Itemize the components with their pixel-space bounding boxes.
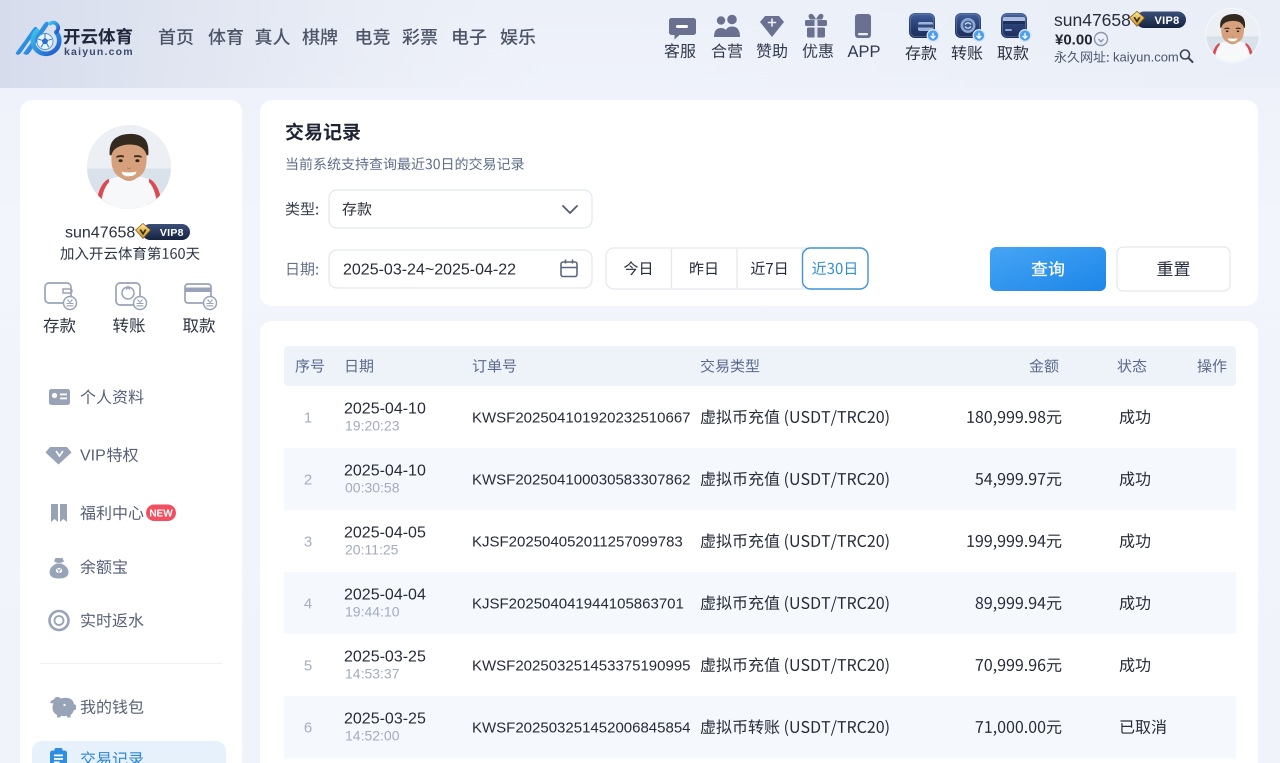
svg-text:NEW: NEW (149, 509, 173, 520)
svg-text:2025-03-25: 2025-03-25 (344, 649, 426, 666)
svg-text:2: 2 (304, 471, 312, 488)
svg-text:20:11:25: 20:11:25 (345, 542, 399, 558)
svg-text:kaiyun.com: kaiyun.com (64, 46, 134, 58)
svg-text:14:53:37: 14:53:37 (345, 666, 400, 682)
svg-text:kaiyun.com: kaiyun.com (1113, 50, 1179, 65)
svg-text:KWSF202504101920232510667: KWSF202504101920232510667 (472, 409, 691, 426)
svg-text:2025-04-10: 2025-04-10 (344, 463, 426, 480)
svg-text:5: 5 (304, 657, 312, 674)
svg-text:1: 1 (304, 409, 312, 426)
svg-text:2025-04-04: 2025-04-04 (344, 587, 426, 604)
svg-text:KWSF202503251453375190995: KWSF202503251453375190995 (472, 657, 691, 674)
svg-text:2025-04-05: 2025-04-05 (344, 525, 426, 542)
svg-text:00:30:58: 00:30:58 (345, 480, 400, 496)
svg-text:19:44:10: 19:44:10 (345, 604, 400, 620)
svg-text:6: 6 (304, 719, 312, 736)
svg-text:VIP: VIP (80, 448, 106, 465)
svg-text:¥0.00: ¥0.00 (1055, 31, 1093, 48)
svg-text:4: 4 (304, 595, 312, 612)
svg-text:2025-03-25: 2025-03-25 (344, 711, 426, 728)
svg-text:2025-04-10: 2025-04-10 (344, 401, 426, 418)
svg-text:sun47658: sun47658 (65, 225, 135, 242)
svg-text:sun47658: sun47658 (1054, 10, 1131, 30)
svg-text:19:20:23: 19:20:23 (345, 418, 400, 434)
svg-text:VIP8: VIP8 (1154, 15, 1179, 27)
svg-text:KWSF202504100030583307862: KWSF202504100030583307862 (472, 471, 691, 488)
svg-text:KJSF202504041944105863701: KJSF202504041944105863701 (472, 595, 684, 612)
svg-text:VIP8: VIP8 (160, 227, 184, 239)
svg-text:APP: APP (847, 43, 880, 61)
svg-text:2025-03-24~2025-04-22: 2025-03-24~2025-04-22 (343, 262, 516, 279)
svg-text:KJSF202504052011257099783: KJSF202504052011257099783 (472, 533, 683, 550)
svg-text:KWSF202503251452006845854: KWSF202503251452006845854 (472, 719, 691, 736)
svg-text:3: 3 (304, 533, 312, 550)
svg-text:14:52:00: 14:52:00 (345, 728, 400, 744)
